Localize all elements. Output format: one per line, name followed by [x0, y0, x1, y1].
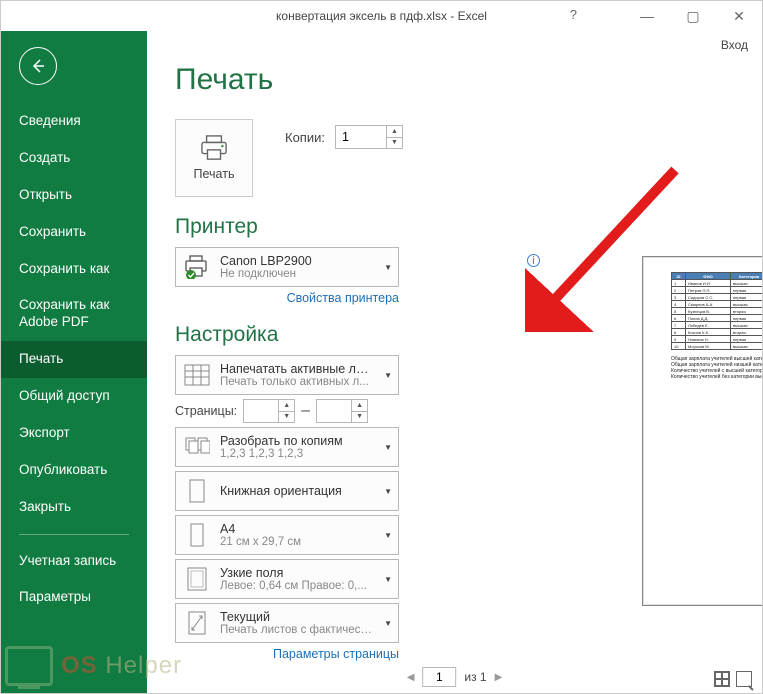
maximize-button[interactable]: ▢	[670, 1, 716, 31]
page-total-label: из 1	[464, 670, 486, 684]
margins-dropdown[interactable]: Узкие поляЛевое: 0,64 см Правое: 0,... ▼	[175, 559, 399, 599]
titlebar: ? конвертация эксель в пдф.xlsx - Excel …	[1, 1, 762, 31]
backstage-sidebar: Сведения Создать Открыть Сохранить Сохра…	[1, 31, 147, 693]
minimize-button[interactable]: —	[624, 1, 670, 31]
help-icon[interactable]: ?	[570, 7, 577, 22]
sidebar-item-options[interactable]: Параметры	[1, 579, 147, 616]
page-setup-link[interactable]: Параметры страницы	[175, 647, 399, 661]
chevron-down-icon: ▼	[384, 531, 392, 540]
collate-icon	[182, 432, 212, 462]
preview-summary: Общая зарплата учителей высшей категории…	[671, 356, 762, 380]
pages-from-spinner[interactable]: ▲▼	[243, 399, 295, 423]
sidebar-item-saveas[interactable]: Сохранить как	[1, 251, 147, 288]
sidebar-item-account[interactable]: Учетная запись	[1, 543, 147, 580]
print-button-label: Печать	[194, 167, 235, 181]
page-icon	[182, 520, 212, 550]
printer-properties-link[interactable]: Свойства принтера	[175, 291, 399, 305]
sidebar-item-saveas-pdf[interactable]: Сохранить как Adobe PDF	[1, 287, 147, 341]
close-button[interactable]: ✕	[716, 1, 762, 31]
next-page-button[interactable]: ▶	[495, 672, 503, 683]
sidebar-item-save[interactable]: Сохранить	[1, 214, 147, 251]
scale-dropdown[interactable]: ТекущийПечать листов с фактическ... ▼	[175, 603, 399, 643]
pages-to-spinner[interactable]: ▲▼	[316, 399, 368, 423]
print-preview: IDФИОКатегорияПредметКабинетПремия 1Иван…	[597, 91, 750, 653]
info-icon[interactable]: i	[527, 254, 540, 267]
monitor-icon	[5, 646, 53, 686]
window-title: конвертация эксель в пдф.xlsx - Excel	[276, 9, 487, 23]
copies-label: Копии:	[285, 130, 325, 145]
zoom-to-page-button[interactable]	[736, 671, 752, 687]
preview-pager: ◀ 1 из 1 ▶	[407, 667, 503, 687]
preview-page: IDФИОКатегорияПредметКабинетПремия 1Иван…	[642, 256, 762, 606]
back-button[interactable]	[19, 47, 57, 85]
orientation-dropdown[interactable]: Книжная ориентация ▼	[175, 471, 399, 511]
chevron-up-icon[interactable]: ▲	[387, 126, 402, 138]
scale-icon	[182, 608, 212, 638]
print-button[interactable]: Печать	[175, 119, 253, 197]
collate-dropdown[interactable]: Разобрать по копиям1,2,3 1,2,3 1,2,3 ▼	[175, 427, 399, 467]
chevron-down-icon: ▼	[384, 575, 392, 584]
chevron-down-icon: ▼	[384, 487, 392, 496]
print-what-dropdown[interactable]: Напечатать активные листы Печать только …	[175, 355, 399, 395]
sidebar-item-info[interactable]: Сведения	[1, 103, 147, 140]
portrait-icon	[182, 476, 212, 506]
chevron-down-icon: ▼	[384, 371, 392, 380]
printer-icon	[199, 135, 229, 161]
chevron-down-icon: ▼	[384, 619, 392, 628]
sidebar-item-print[interactable]: Печать	[1, 341, 147, 378]
pages-label: Страницы:	[175, 404, 237, 418]
watermark: OS Helper	[5, 646, 182, 686]
show-margins-button[interactable]	[714, 671, 730, 687]
chevron-down-icon: ▼	[384, 443, 392, 452]
printer-status-icon	[182, 252, 212, 282]
sheets-icon	[182, 360, 212, 390]
copies-spinner[interactable]: ▲▼	[335, 125, 403, 149]
pages-to-input[interactable]	[317, 400, 351, 422]
printer-status: Не подключен	[220, 268, 372, 280]
preview-table: IDФИОКатегорияПредметКабинетПремия 1Иван…	[671, 272, 762, 350]
printer-dropdown[interactable]: Canon LBP2900 Не подключен ▼	[175, 247, 399, 287]
sidebar-item-new[interactable]: Создать	[1, 140, 147, 177]
pages-from-input[interactable]	[244, 400, 278, 422]
sidebar-item-export[interactable]: Экспорт	[1, 415, 147, 452]
print-backstage: Печать Печать Копии: ▲▼ i Принтер	[147, 31, 762, 693]
print-what-line1: Напечатать активные листы	[220, 362, 372, 376]
chevron-down-icon: ▼	[384, 263, 392, 272]
paper-dropdown[interactable]: A421 см x 29,7 см ▼	[175, 515, 399, 555]
page-number-input[interactable]: 1	[422, 667, 456, 687]
sidebar-item-publish[interactable]: Опубликовать	[1, 452, 147, 489]
sidebar-item-open[interactable]: Открыть	[1, 177, 147, 214]
prev-page-button[interactable]: ◀	[407, 672, 415, 683]
printer-name: Canon LBP2900	[220, 254, 372, 268]
print-what-line2: Печать только активных л...	[220, 376, 372, 388]
margins-icon	[182, 564, 212, 594]
arrow-left-icon	[30, 58, 46, 74]
sidebar-item-close[interactable]: Закрыть	[1, 489, 147, 526]
chevron-down-icon[interactable]: ▼	[387, 138, 402, 149]
copies-input[interactable]	[336, 126, 386, 148]
sidebar-item-share[interactable]: Общий доступ	[1, 378, 147, 415]
